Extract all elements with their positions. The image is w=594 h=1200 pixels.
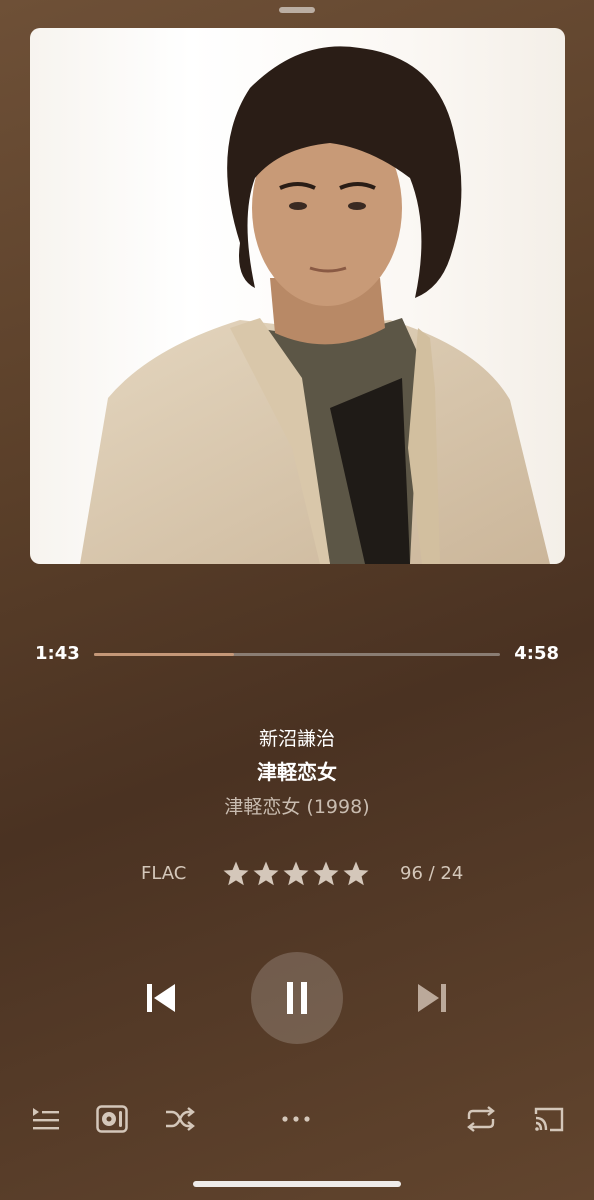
track-title: 津軽恋女	[257, 760, 337, 784]
format-badge: FLAC	[141, 863, 187, 884]
queue-list-icon	[33, 1108, 59, 1130]
progress-bar[interactable]	[94, 653, 500, 656]
artist-portrait	[80, 46, 550, 564]
star-icon[interactable]	[222, 860, 250, 888]
star-icon[interactable]	[252, 860, 280, 888]
cast-icon	[534, 1107, 564, 1132]
pause-button[interactable]	[251, 952, 343, 1044]
skip-previous-icon	[147, 984, 175, 1012]
album-artwork	[30, 28, 565, 564]
previous-button[interactable]	[145, 981, 177, 1015]
next-button[interactable]	[416, 981, 448, 1015]
album-name[interactable]: 津軽恋女 (1998)	[0, 792, 594, 819]
shuffle-button[interactable]	[163, 1105, 195, 1133]
star-icon[interactable]	[342, 860, 370, 888]
queue-button[interactable]	[30, 1105, 62, 1133]
shuffle-icon	[166, 1107, 195, 1131]
cast-button[interactable]	[533, 1105, 565, 1133]
artist-name[interactable]: 新沼謙治	[0, 724, 594, 751]
output-button[interactable]	[96, 1105, 128, 1133]
home-indicator	[193, 1181, 401, 1187]
elapsed-time: 1:43	[35, 643, 80, 664]
total-duration: 4:58	[514, 643, 559, 664]
more-icon	[282, 1116, 310, 1122]
track-info-row: FLAC 96 / 24	[0, 858, 594, 892]
star-icon[interactable]	[312, 860, 340, 888]
speaker-output-icon	[96, 1105, 128, 1133]
more-button[interactable]	[280, 1105, 312, 1133]
rating-stars[interactable]	[222, 860, 372, 890]
pause-icon	[287, 982, 307, 1014]
star-icon[interactable]	[282, 860, 310, 888]
grab-handle[interactable]	[279, 7, 315, 13]
progress-fill	[94, 653, 235, 656]
skip-next-icon	[418, 984, 446, 1012]
play-counts: 96 / 24	[400, 863, 464, 884]
repeat-icon	[467, 1106, 495, 1132]
repeat-button[interactable]	[465, 1105, 497, 1133]
